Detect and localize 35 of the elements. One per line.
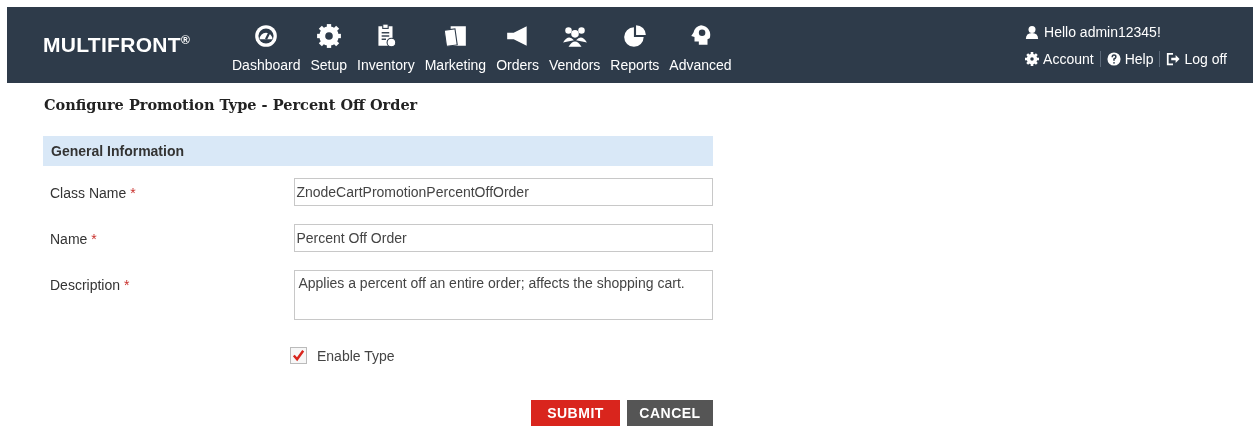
- help-icon: [1106, 51, 1121, 66]
- nav-item[interactable]: Vendors: [543, 21, 606, 83]
- header-link[interactable]: Account: [1025, 50, 1094, 67]
- required-mark: *: [130, 185, 136, 201]
- field-label: Name: [50, 231, 88, 247]
- description-field[interactable]: Applies a percent off an entire order; affects the shopping cart.: [294, 270, 713, 320]
- header-link[interactable]: Log off: [1166, 50, 1227, 67]
- header-link[interactable]: Help: [1106, 50, 1154, 67]
- text-field[interactable]: Percent Off Order: [294, 224, 713, 252]
- text-field[interactable]: ZnodeCartPromotionPercentOffOrder: [294, 178, 713, 206]
- gear-icon: [315, 23, 342, 49]
- pie-icon: [621, 23, 648, 49]
- required-mark: *: [91, 231, 97, 247]
- logo: MULTIFRONT$^{®}$: [43, 33, 192, 57]
- user-icon: [1025, 24, 1040, 39]
- gauge-icon: [253, 23, 280, 49]
- checkbox-label: Enable Type: [317, 347, 395, 364]
- field-label: Description: [50, 277, 121, 293]
- page-title: Configure Promotion Type - Percent Off Order: [44, 96, 419, 115]
- field-label: Class Name: [50, 185, 127, 201]
- settings-icon: [1025, 51, 1040, 66]
- nav-item[interactable]: Inventory: [352, 21, 420, 83]
- nav-item[interactable]: Advanced: [664, 21, 737, 83]
- cancel-button[interactable]: CANCEL: [627, 400, 713, 426]
- nav-item[interactable]: Setup: [305, 21, 353, 83]
- nav-item[interactable]: Dashboard: [227, 21, 306, 83]
- greeting-text: Hello admin12345!: [1044, 23, 1161, 40]
- section-header: General Information: [43, 136, 713, 166]
- nav-item[interactable]: Reports: [605, 21, 665, 83]
- nav-item[interactable]: Orders: [491, 21, 544, 83]
- nav-item[interactable]: Marketing: [419, 21, 492, 83]
- submit-button[interactable]: SUBMIT: [531, 400, 620, 426]
- checkbox[interactable]: [290, 347, 307, 364]
- logout-icon: [1166, 51, 1181, 66]
- required-mark: *: [124, 277, 130, 293]
